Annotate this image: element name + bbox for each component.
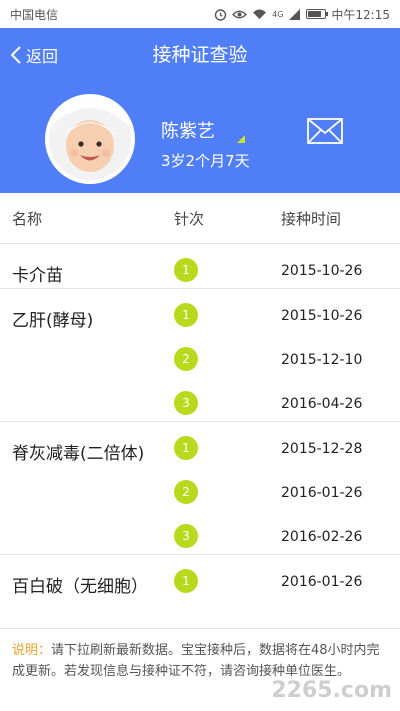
dose-row: 1 2016-01-26 bbox=[0, 555, 400, 599]
dose-date: 2016-04-26 bbox=[281, 396, 363, 412]
vaccine-group: 乙肝(酵母) 1 2015-10-26 2 2015-12-10 3 2016-… bbox=[0, 289, 400, 422]
dose-row: 1 2015-12-28 bbox=[0, 422, 400, 466]
dose-number-badge: 1 bbox=[174, 436, 198, 460]
nav-bar: 返回 接种证查验 bbox=[0, 28, 400, 82]
status-icons: 4G 中午12:15 bbox=[214, 6, 390, 23]
network-type-label: 4G bbox=[272, 9, 284, 19]
dose-row: 3 2016-02-26 bbox=[0, 510, 400, 554]
dose-number-badge: 3 bbox=[174, 391, 198, 415]
vaccine-group: 脊灰减毒(二倍体) 1 2015-12-28 2 2016-01-26 3 20… bbox=[0, 422, 400, 555]
dose-number-badge: 1 bbox=[174, 569, 198, 593]
watermark-logo: 2265.com bbox=[271, 678, 392, 703]
dose-number-badge: 2 bbox=[174, 480, 198, 504]
vaccine-group: 卡介苗 1 2015-10-26 bbox=[0, 244, 400, 289]
dose-row: 1 2015-10-26 bbox=[0, 289, 400, 333]
signal-icon bbox=[289, 8, 301, 20]
notice-label: 说明： bbox=[12, 643, 52, 658]
dose-date: 2015-12-10 bbox=[281, 352, 363, 368]
name-dropdown-indicator[interactable] bbox=[237, 135, 245, 143]
page-title: 接种证查验 bbox=[152, 44, 248, 66]
child-name[interactable]: 陈紫艺 bbox=[161, 117, 215, 143]
dose-number-badge: 3 bbox=[174, 524, 198, 548]
dose-row: 1 2015-10-26 bbox=[0, 244, 400, 288]
dose-row: 2 2016-01-26 bbox=[0, 466, 400, 510]
baby-photo bbox=[49, 98, 131, 180]
dose-row: 3 2016-04-26 bbox=[0, 377, 400, 421]
dose-row: 2 2015-12-10 bbox=[0, 333, 400, 377]
back-label: 返回 bbox=[26, 47, 59, 66]
clock-label: 中午12:15 bbox=[331, 7, 390, 22]
notice-text: 请下拉刷新最新数据。宝宝接种后，数据将在48小时内完成更新。若发现信息与接种证不… bbox=[12, 643, 380, 679]
column-dose: 针次 bbox=[174, 210, 205, 228]
dose-number-badge: 2 bbox=[174, 347, 198, 371]
dose-date: 2015-10-26 bbox=[281, 308, 363, 324]
avatar bbox=[45, 94, 135, 184]
profile-header: 返回 接种证查验 陈紫艺 3岁2个月7天 bbox=[0, 28, 400, 193]
column-date: 接种时间 bbox=[281, 210, 342, 228]
alarm-icon bbox=[214, 8, 227, 21]
dose-date: 2016-01-26 bbox=[281, 485, 363, 501]
dose-date: 2016-02-26 bbox=[281, 529, 363, 545]
child-age: 3岁2个月7天 bbox=[161, 152, 250, 170]
dose-date: 2016-01-26 bbox=[281, 574, 363, 590]
carrier-label: 中国电信 bbox=[10, 7, 59, 22]
dose-date: 2015-10-26 bbox=[281, 263, 363, 279]
vaccine-group: 百白破（无细胞） 1 2016-01-26 bbox=[0, 555, 400, 599]
notice-footer: 说明：请下拉刷新最新数据。宝宝接种后，数据将在48小时内完成更新。若发现信息与接… bbox=[0, 628, 400, 711]
dose-date: 2015-12-28 bbox=[281, 441, 363, 457]
dose-number-badge: 1 bbox=[174, 258, 198, 282]
mail-icon[interactable] bbox=[307, 118, 343, 144]
battery-icon bbox=[306, 9, 329, 19]
wifi-icon bbox=[253, 9, 267, 19]
back-button[interactable]: 返回 bbox=[10, 28, 58, 82]
eye-icon bbox=[232, 10, 248, 18]
dose-number-badge: 1 bbox=[174, 303, 198, 327]
column-name: 名称 bbox=[12, 210, 43, 228]
status-bar: 中国电信 4G 中午12:15 bbox=[0, 0, 400, 28]
table-header: 名称 针次 接种时间 bbox=[0, 193, 400, 244]
chevron-left-icon bbox=[10, 46, 21, 64]
vaccine-list[interactable]: 卡介苗 1 2015-10-26 乙肝(酵母) 1 2015-10-26 2 2… bbox=[0, 244, 400, 599]
